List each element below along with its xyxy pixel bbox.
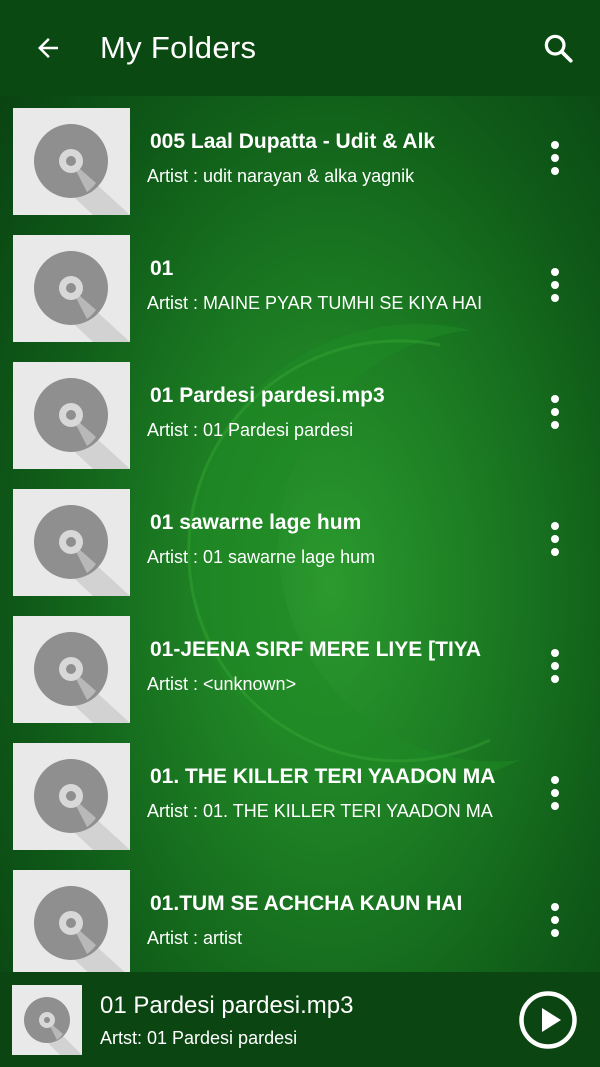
disc-icon xyxy=(34,124,130,215)
song-title: 01.TUM SE ACHCHA KAUN HAI xyxy=(150,892,463,915)
page-title: My Folders xyxy=(100,30,257,65)
disc-icon xyxy=(34,632,130,723)
album-art xyxy=(13,362,130,469)
play-button[interactable] xyxy=(518,990,578,1050)
disc-icon xyxy=(34,378,130,469)
album-art xyxy=(13,743,130,850)
song-title: 005 Laal Dupatta - Udit & Alk xyxy=(150,130,436,153)
now-playing-artist: Artst: 01 Pardesi pardesi xyxy=(100,1028,298,1048)
song-artist: Artist : MAINE PYAR TUMHI SE KIYA HAI xyxy=(147,293,483,313)
more-options-button[interactable] xyxy=(536,644,574,688)
play-circle-icon xyxy=(519,991,577,1049)
more-options-button[interactable] xyxy=(536,263,574,307)
album-art xyxy=(13,235,130,342)
list-item[interactable]: 01.TUM SE ACHCHA KAUN HAI Artist : artis… xyxy=(0,858,600,972)
back-button[interactable] xyxy=(26,26,70,70)
search-icon xyxy=(544,34,573,63)
more-vert-icon xyxy=(551,649,559,683)
more-options-button[interactable] xyxy=(536,517,574,561)
more-vert-icon xyxy=(551,268,559,302)
song-title: 01 xyxy=(150,257,174,280)
more-vert-icon xyxy=(551,903,559,937)
arrow-left-icon xyxy=(38,38,58,58)
list-item[interactable]: 01-JEENA SIRF MERE LIYE [TIYA Artist : <… xyxy=(0,604,600,731)
more-options-button[interactable] xyxy=(536,390,574,434)
song-title: 01 sawarne lage hum xyxy=(150,511,362,534)
app-bar: My Folders xyxy=(0,0,600,96)
list-item[interactable]: 01. THE KILLER TERI YAADON MA Artist : 0… xyxy=(0,731,600,858)
album-art xyxy=(13,616,130,723)
list-item[interactable]: 01 Artist : MAINE PYAR TUMHI SE KIYA HAI xyxy=(0,223,600,350)
more-options-button[interactable] xyxy=(536,771,574,815)
more-options-button[interactable] xyxy=(536,136,574,180)
more-options-button[interactable] xyxy=(536,898,574,942)
disc-icon xyxy=(34,886,125,972)
disc-icon xyxy=(34,759,130,850)
now-playing-album-art xyxy=(12,985,82,1055)
song-artist: Artist : 01 sawarne lage hum xyxy=(147,547,376,567)
list-item[interactable]: 01 Pardesi pardesi.mp3 Artist : 01 Parde… xyxy=(0,350,600,477)
song-title: 01 Pardesi pardesi.mp3 xyxy=(150,384,385,407)
disc-icon xyxy=(24,997,82,1055)
album-art xyxy=(13,489,130,596)
disc-icon xyxy=(34,505,130,596)
more-vert-icon xyxy=(551,776,559,810)
search-button[interactable] xyxy=(536,26,580,70)
album-art xyxy=(13,108,130,215)
song-artist: Artist : <unknown> xyxy=(147,674,297,694)
more-vert-icon xyxy=(551,395,559,429)
song-title: 01-JEENA SIRF MERE LIYE [TIYA xyxy=(150,638,482,661)
song-title: 01. THE KILLER TERI YAADON MA xyxy=(150,765,496,788)
disc-icon xyxy=(34,251,130,342)
album-art xyxy=(13,870,130,972)
list-item[interactable]: 01 sawarne lage hum Artist : 01 sawarne … xyxy=(0,477,600,604)
now-playing-bar[interactable]: 01 Pardesi pardesi.mp3 Artst: 01 Pardesi… xyxy=(0,972,600,1067)
now-playing-title: 01 Pardesi pardesi.mp3 xyxy=(100,992,354,1019)
song-artist: Artist : 01 Pardesi pardesi xyxy=(147,420,354,440)
list-item[interactable]: 005 Laal Dupatta - Udit & Alk Artist : u… xyxy=(0,96,600,223)
song-artist: Artist : artist xyxy=(147,928,243,948)
song-artist: Artist : udit narayan & alka yagnik xyxy=(147,166,415,186)
more-vert-icon xyxy=(551,522,559,556)
song-list: 005 Laal Dupatta - Udit & Alk Artist : u… xyxy=(0,96,600,972)
more-vert-icon xyxy=(551,141,559,175)
song-artist: Artist : 01. THE KILLER TERI YAADON MA xyxy=(147,801,493,821)
